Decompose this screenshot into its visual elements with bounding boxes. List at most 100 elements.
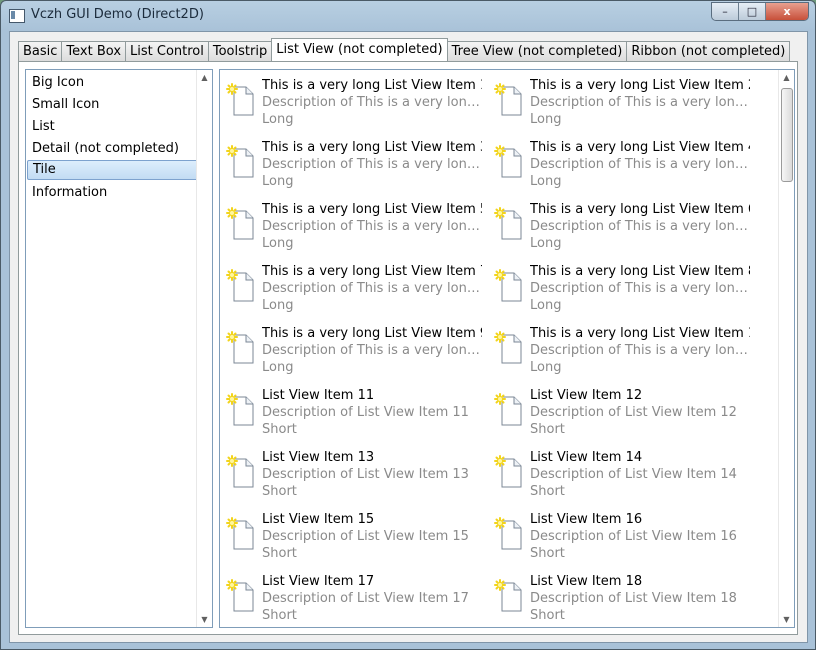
tile-length: Long [262,360,294,375]
new-document-icon [226,331,258,365]
new-document-icon [494,269,526,303]
new-document-icon [226,517,258,551]
tile-title: This is a very long List View Item 1 [262,78,482,93]
list-view-tile[interactable]: This is a very long List View Item 9 Desc… [220,325,482,387]
scroll-down-arrow-icon[interactable]: ▼ [779,612,794,627]
tile-length: Short [262,422,297,437]
client-area: Basic Text Box List Control Toolstrip Li… [9,31,808,643]
tile-length: Long [262,298,294,313]
tile-description: Description of List View Item 11 [262,405,469,420]
scroll-thumb[interactable] [781,88,793,182]
tile-length: Long [530,174,562,189]
new-document-icon [494,517,526,551]
view-mode-list[interactable]: Big Icon Small Icon List Detail (not com… [25,69,213,628]
list-view-tile[interactable]: This is a very long List View Item 5 Desc… [220,201,482,263]
tab-text-box[interactable]: Text Box [61,41,127,61]
tile-title: This is a very long List View Item 5 [262,202,482,217]
view-item-small-icon[interactable]: Small Icon [27,95,198,115]
tile-description: Description of List View Item 18 [530,591,737,606]
tile-description: Description of This is a very long List … [262,219,482,234]
view-item-big-icon[interactable]: Big Icon [27,73,198,93]
list-view-tile[interactable]: This is a very long List View Item 7 Desc… [220,263,482,325]
tab-basic[interactable]: Basic [18,41,63,61]
tile-title: This is a very long List View Item 10 [530,326,750,341]
list-view-tile[interactable]: This is a very long List View Item 6 Desc… [488,201,750,263]
list-view-tile[interactable]: List View Item 17 Description of List Vie… [220,573,482,627]
tile-title: List View Item 14 [530,450,643,465]
view-item-detail[interactable]: Detail (not completed) [27,139,198,159]
list-view-tile[interactable]: This is a very long List View Item 8 Desc… [488,263,750,325]
tile-list-view[interactable]: This is a very long List View Item 1 Desc… [219,69,795,628]
new-document-icon [226,207,258,241]
tile-length: Long [530,236,562,251]
minimize-button[interactable]: – [712,3,739,20]
tile-length: Long [530,360,562,375]
list-view-tile[interactable]: List View Item 16 Description of List Vie… [488,511,750,573]
list-view-tile[interactable]: This is a very long List View Item 2 Desc… [488,77,750,139]
list-view-tile[interactable]: List View Item 15 Description of List Vie… [220,511,482,573]
tile-length: Short [530,484,565,499]
tile-description: Description of List View Item 17 [262,591,469,606]
new-document-icon [494,83,526,117]
tab-list-control[interactable]: List Control [125,41,209,61]
maximize-button[interactable]: □ [739,3,766,20]
list-view-tile[interactable]: This is a very long List View Item 4 Desc… [488,139,750,201]
list-view-tile[interactable]: This is a very long List View Item 3 Desc… [220,139,482,201]
tab-ribbon[interactable]: Ribbon (not completed) [626,41,791,61]
tile-length: Long [530,298,562,313]
view-item-tile[interactable]: Tile [27,160,200,180]
new-document-icon [494,579,526,613]
new-document-icon [494,393,526,427]
list-view-tile[interactable]: List View Item 13 Description of List Vie… [220,449,482,511]
new-document-icon [226,145,258,179]
new-document-icon [494,207,526,241]
tile-title: This is a very long List View Item 7 [262,264,482,279]
list-view-tile[interactable]: List View Item 11 Description of List Vie… [220,387,482,449]
tab-list-view[interactable]: List View (not completed) [271,38,448,61]
tile-description: Description of This is a very long List … [530,157,750,172]
tab-tree-view[interactable]: Tree View (not completed) [446,41,628,61]
close-button[interactable]: x [766,3,808,20]
view-item-list[interactable]: List [27,117,198,137]
tile-title: List View Item 17 [262,574,375,589]
list-view-tile[interactable]: List View Item 12 Description of List Vie… [488,387,750,449]
list-view-tile[interactable]: List View Item 14 Description of List Vie… [488,449,750,511]
window-title: Vczh GUI Demo (Direct2D) [31,7,204,22]
scroll-down-arrow-icon[interactable]: ▼ [197,612,212,627]
tile-description: Description of List View Item 12 [530,405,737,420]
tile-length: Short [530,546,565,561]
view-list-scrollbar[interactable]: ▲ ▼ [196,70,212,627]
view-item-information[interactable]: Information [27,183,198,203]
app-window: Vczh GUI Demo (Direct2D) – □ x Basic Tex… [0,0,816,650]
list-view-tile[interactable]: List View Item 18 Description of List Vie… [488,573,750,627]
tile-title: This is a very long List View Item 8 [530,264,750,279]
new-document-icon [226,269,258,303]
new-document-icon [494,145,526,179]
tile-title: List View Item 12 [530,388,643,403]
tile-description: Description of List View Item 16 [530,529,737,544]
tab-toolstrip[interactable]: Toolstrip [207,41,273,61]
title-bar[interactable]: Vczh GUI Demo (Direct2D) – □ x [1,1,815,31]
scroll-up-arrow-icon[interactable]: ▲ [197,70,212,85]
tile-title: This is a very long List View Item 2 [530,78,750,93]
tile-length: Long [262,174,294,189]
scroll-up-arrow-icon[interactable]: ▲ [779,70,794,85]
tile-title: This is a very long List View Item 9 [262,326,482,341]
tile-description: Description of List View Item 15 [262,529,469,544]
tab-strip: Basic Text Box List Control Toolstrip Li… [18,38,791,61]
list-view-tile[interactable]: This is a very long List View Item 10 Des… [488,325,750,387]
tile-description: Description of This is a very long List … [530,343,750,358]
tile-description: Description of List View Item 14 [530,467,737,482]
tile-description: Description of This is a very long List … [262,157,482,172]
new-document-icon [226,455,258,489]
tile-length: Long [262,112,294,127]
tab-page: Big Icon Small Icon List Detail (not com… [18,61,798,635]
new-document-icon [226,393,258,427]
tile-title: This is a very long List View Item 3 [262,140,482,155]
tile-description: Description of This is a very long List … [262,95,482,110]
tile-title: List View Item 13 [262,450,375,465]
app-window-icon [9,9,25,23]
list-view-scrollbar[interactable]: ▲ ▼ [778,70,794,627]
tile-length: Long [262,236,294,251]
list-view-tile[interactable]: This is a very long List View Item 1 Desc… [220,77,482,139]
